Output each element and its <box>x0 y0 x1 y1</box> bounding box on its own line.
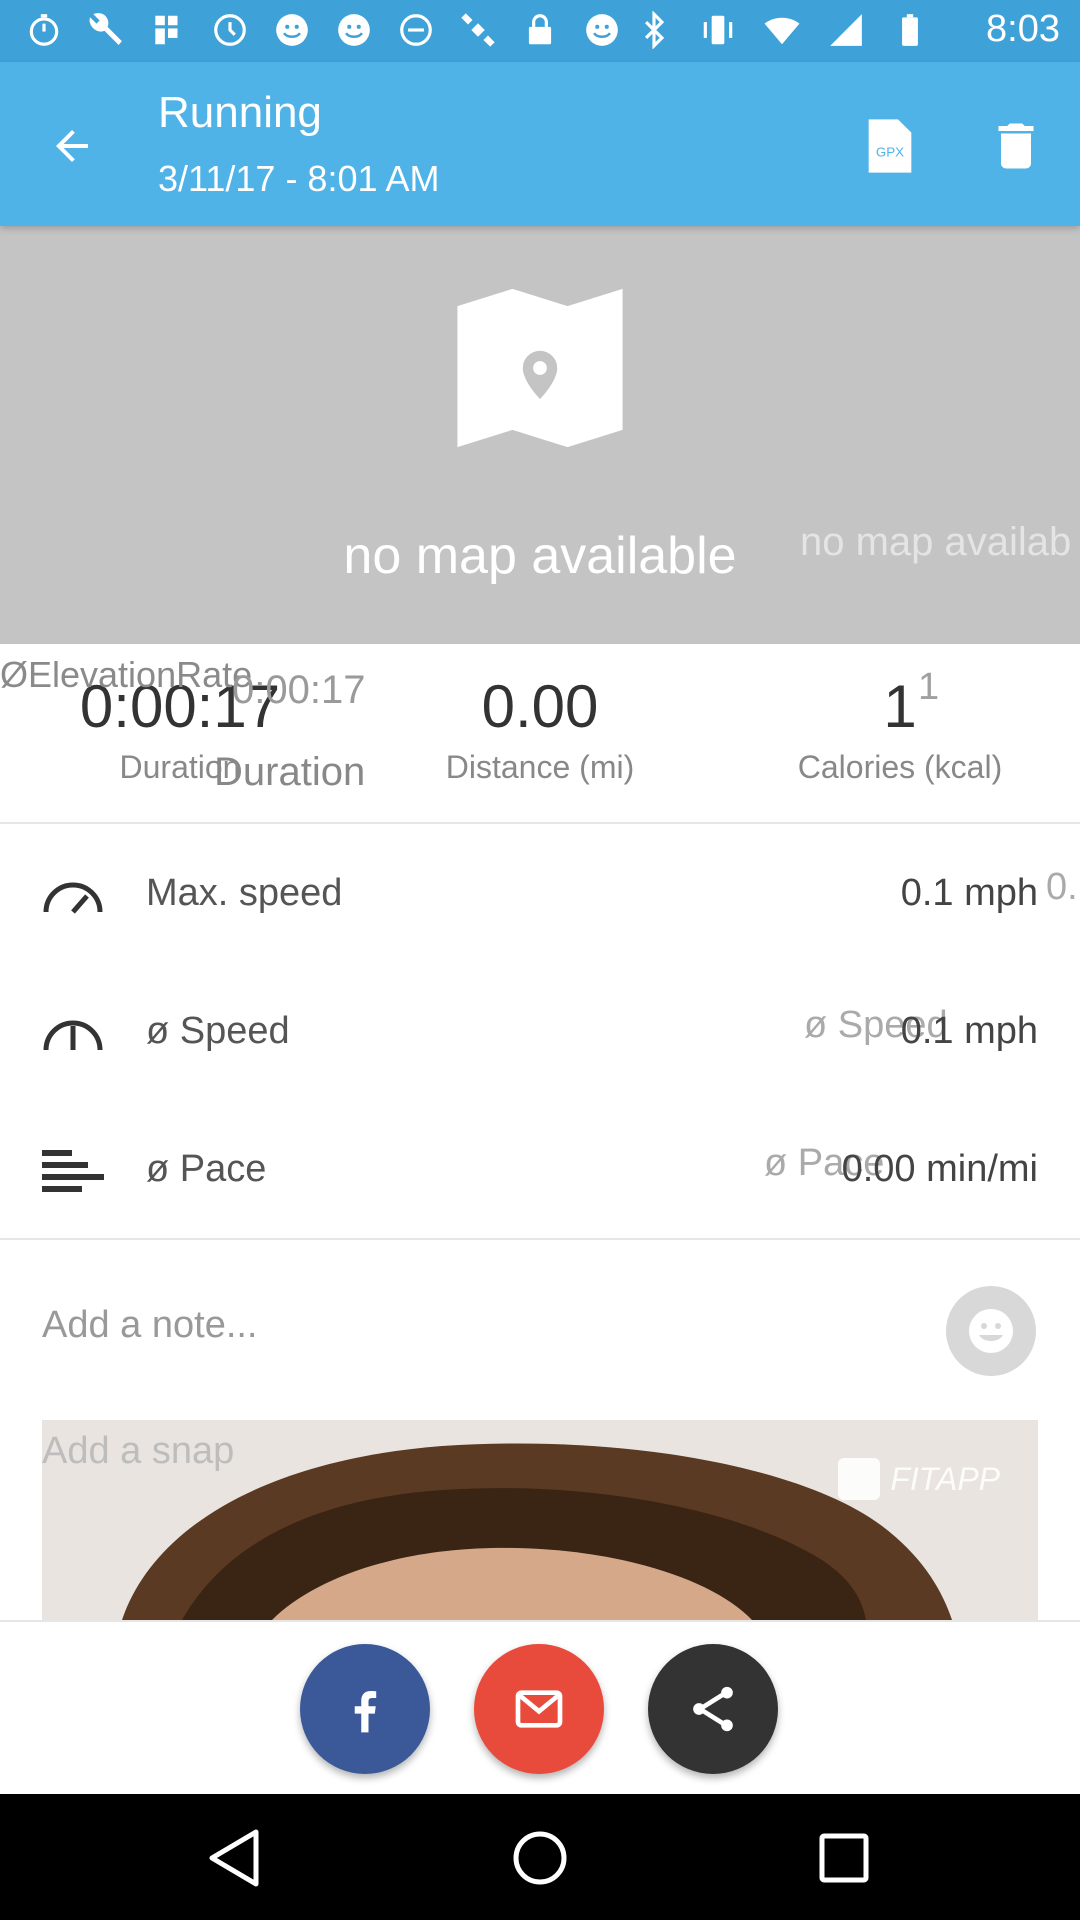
share-bar <box>0 1620 1080 1794</box>
avg-speed-label: ø Speed <box>146 1010 290 1052</box>
system-nav-bar <box>0 1794 1080 1920</box>
fitapp-watermark: FITAPP <box>838 1458 1000 1500</box>
snap-photo-area[interactable]: Add a snap FITAPP <box>42 1420 1038 1620</box>
page-title: Running <box>158 88 322 137</box>
svg-text:GPX: GPX <box>876 145 904 160</box>
gpx-export-button[interactable]: GPX <box>860 114 920 178</box>
mood-button[interactable] <box>946 1286 1036 1376</box>
ghost-time-text: 0:00:17 <box>232 668 366 712</box>
lock-icon <box>520 10 560 50</box>
share-icon <box>693 1686 733 1732</box>
circle-icon <box>396 10 436 50</box>
ghost-overlap-text: ØElevationRate <box>0 654 253 695</box>
wifi-icon <box>762 10 802 50</box>
detail-row-avg-pace: ø Pace ø Pace 0.00 min/mi <box>0 1102 1080 1240</box>
stat-distance: 0.00 Distance (mi) <box>360 672 720 786</box>
mail-icon <box>515 1690 563 1728</box>
flag-icon <box>148 10 188 50</box>
ghost-duration-text: Duration <box>214 750 366 794</box>
back-button[interactable] <box>40 114 104 178</box>
calories-label: Calories (kcal) <box>797 749 1003 785</box>
share-button[interactable] <box>648 1644 778 1774</box>
page-subtitle: 3/11/17 - 8:01 AM <box>158 158 440 199</box>
avg-pace-value: 0.00 min/mi <box>841 1148 1038 1190</box>
smiley-icon <box>334 10 374 50</box>
fitapp-logo-icon <box>838 1458 881 1500</box>
distance-label: Distance (mi) <box>445 749 635 785</box>
section-divider <box>0 1238 1080 1240</box>
map-icon <box>454 282 626 454</box>
note-input[interactable]: Add a note... <box>42 1304 258 1347</box>
stat-calories: 1 Calories (kcal) <box>720 672 1080 786</box>
facebook-share-button[interactable] <box>300 1644 430 1774</box>
pace-bars-icon <box>40 1144 106 1198</box>
wrench-icon <box>86 10 126 50</box>
status-time: 8:03 <box>986 8 1060 50</box>
timer-icon <box>210 10 250 50</box>
gpx-file-icon: GPX <box>868 119 912 173</box>
speedometer-icon <box>40 868 106 922</box>
ghost-calories-text: 1 <box>918 666 940 708</box>
nav-recents-button[interactable] <box>804 1818 884 1898</box>
delete-button[interactable] <box>986 114 1046 178</box>
facebook-icon <box>354 1691 377 1733</box>
max-speed-value: 0.1 mph <box>900 872 1038 914</box>
status-bar: 8:03 <box>0 0 1080 62</box>
nav-home-button[interactable] <box>500 1818 580 1898</box>
nav-back-button[interactable] <box>196 1818 276 1898</box>
max-speed-ghost: 0. <box>1046 866 1078 908</box>
circle-home-icon <box>513 1831 567 1885</box>
speedometer-icon <box>40 1006 106 1060</box>
app-bar: Running 3/11/17 - 8:01 AM GPX <box>0 62 1080 226</box>
smiley-icon <box>272 10 312 50</box>
triangle-back-icon <box>209 1829 259 1887</box>
vibrate-icon <box>698 10 738 50</box>
status-icons-right <box>634 10 930 50</box>
signal-icon <box>826 10 866 50</box>
trash-icon <box>998 123 1034 169</box>
detail-row-max-speed: Max. speed 0. 0.1 mph <box>0 826 1080 964</box>
avg-speed-value: 0.1 mph <box>900 1010 1038 1052</box>
avg-pace-label: ø Pace <box>146 1148 267 1190</box>
smiley-icon <box>969 1309 1013 1353</box>
status-icons-left <box>24 10 622 50</box>
no-map-ghost-text: no map availab <box>800 520 1072 564</box>
square-recents-icon <box>819 1833 869 1883</box>
satellite-icon <box>458 10 498 50</box>
distance-value: 0.00 <box>481 673 599 740</box>
smiley-icon <box>582 10 622 50</box>
detail-row-avg-speed: ø Speed ø Speed 0.1 mph <box>0 964 1080 1102</box>
snap-label: Add a snap <box>42 1430 235 1472</box>
map-placeholder: no map available no map availab <box>0 226 1080 644</box>
max-speed-label: Max. speed <box>146 872 343 914</box>
battery-icon <box>890 10 930 50</box>
stopwatch-icon <box>24 10 64 50</box>
bluetooth-icon <box>634 10 674 50</box>
email-share-button[interactable] <box>474 1644 604 1774</box>
fitapp-brand: FITAPP <box>890 1460 1000 1497</box>
calories-value: 1 <box>883 673 917 740</box>
arrow-left-icon <box>56 130 88 162</box>
